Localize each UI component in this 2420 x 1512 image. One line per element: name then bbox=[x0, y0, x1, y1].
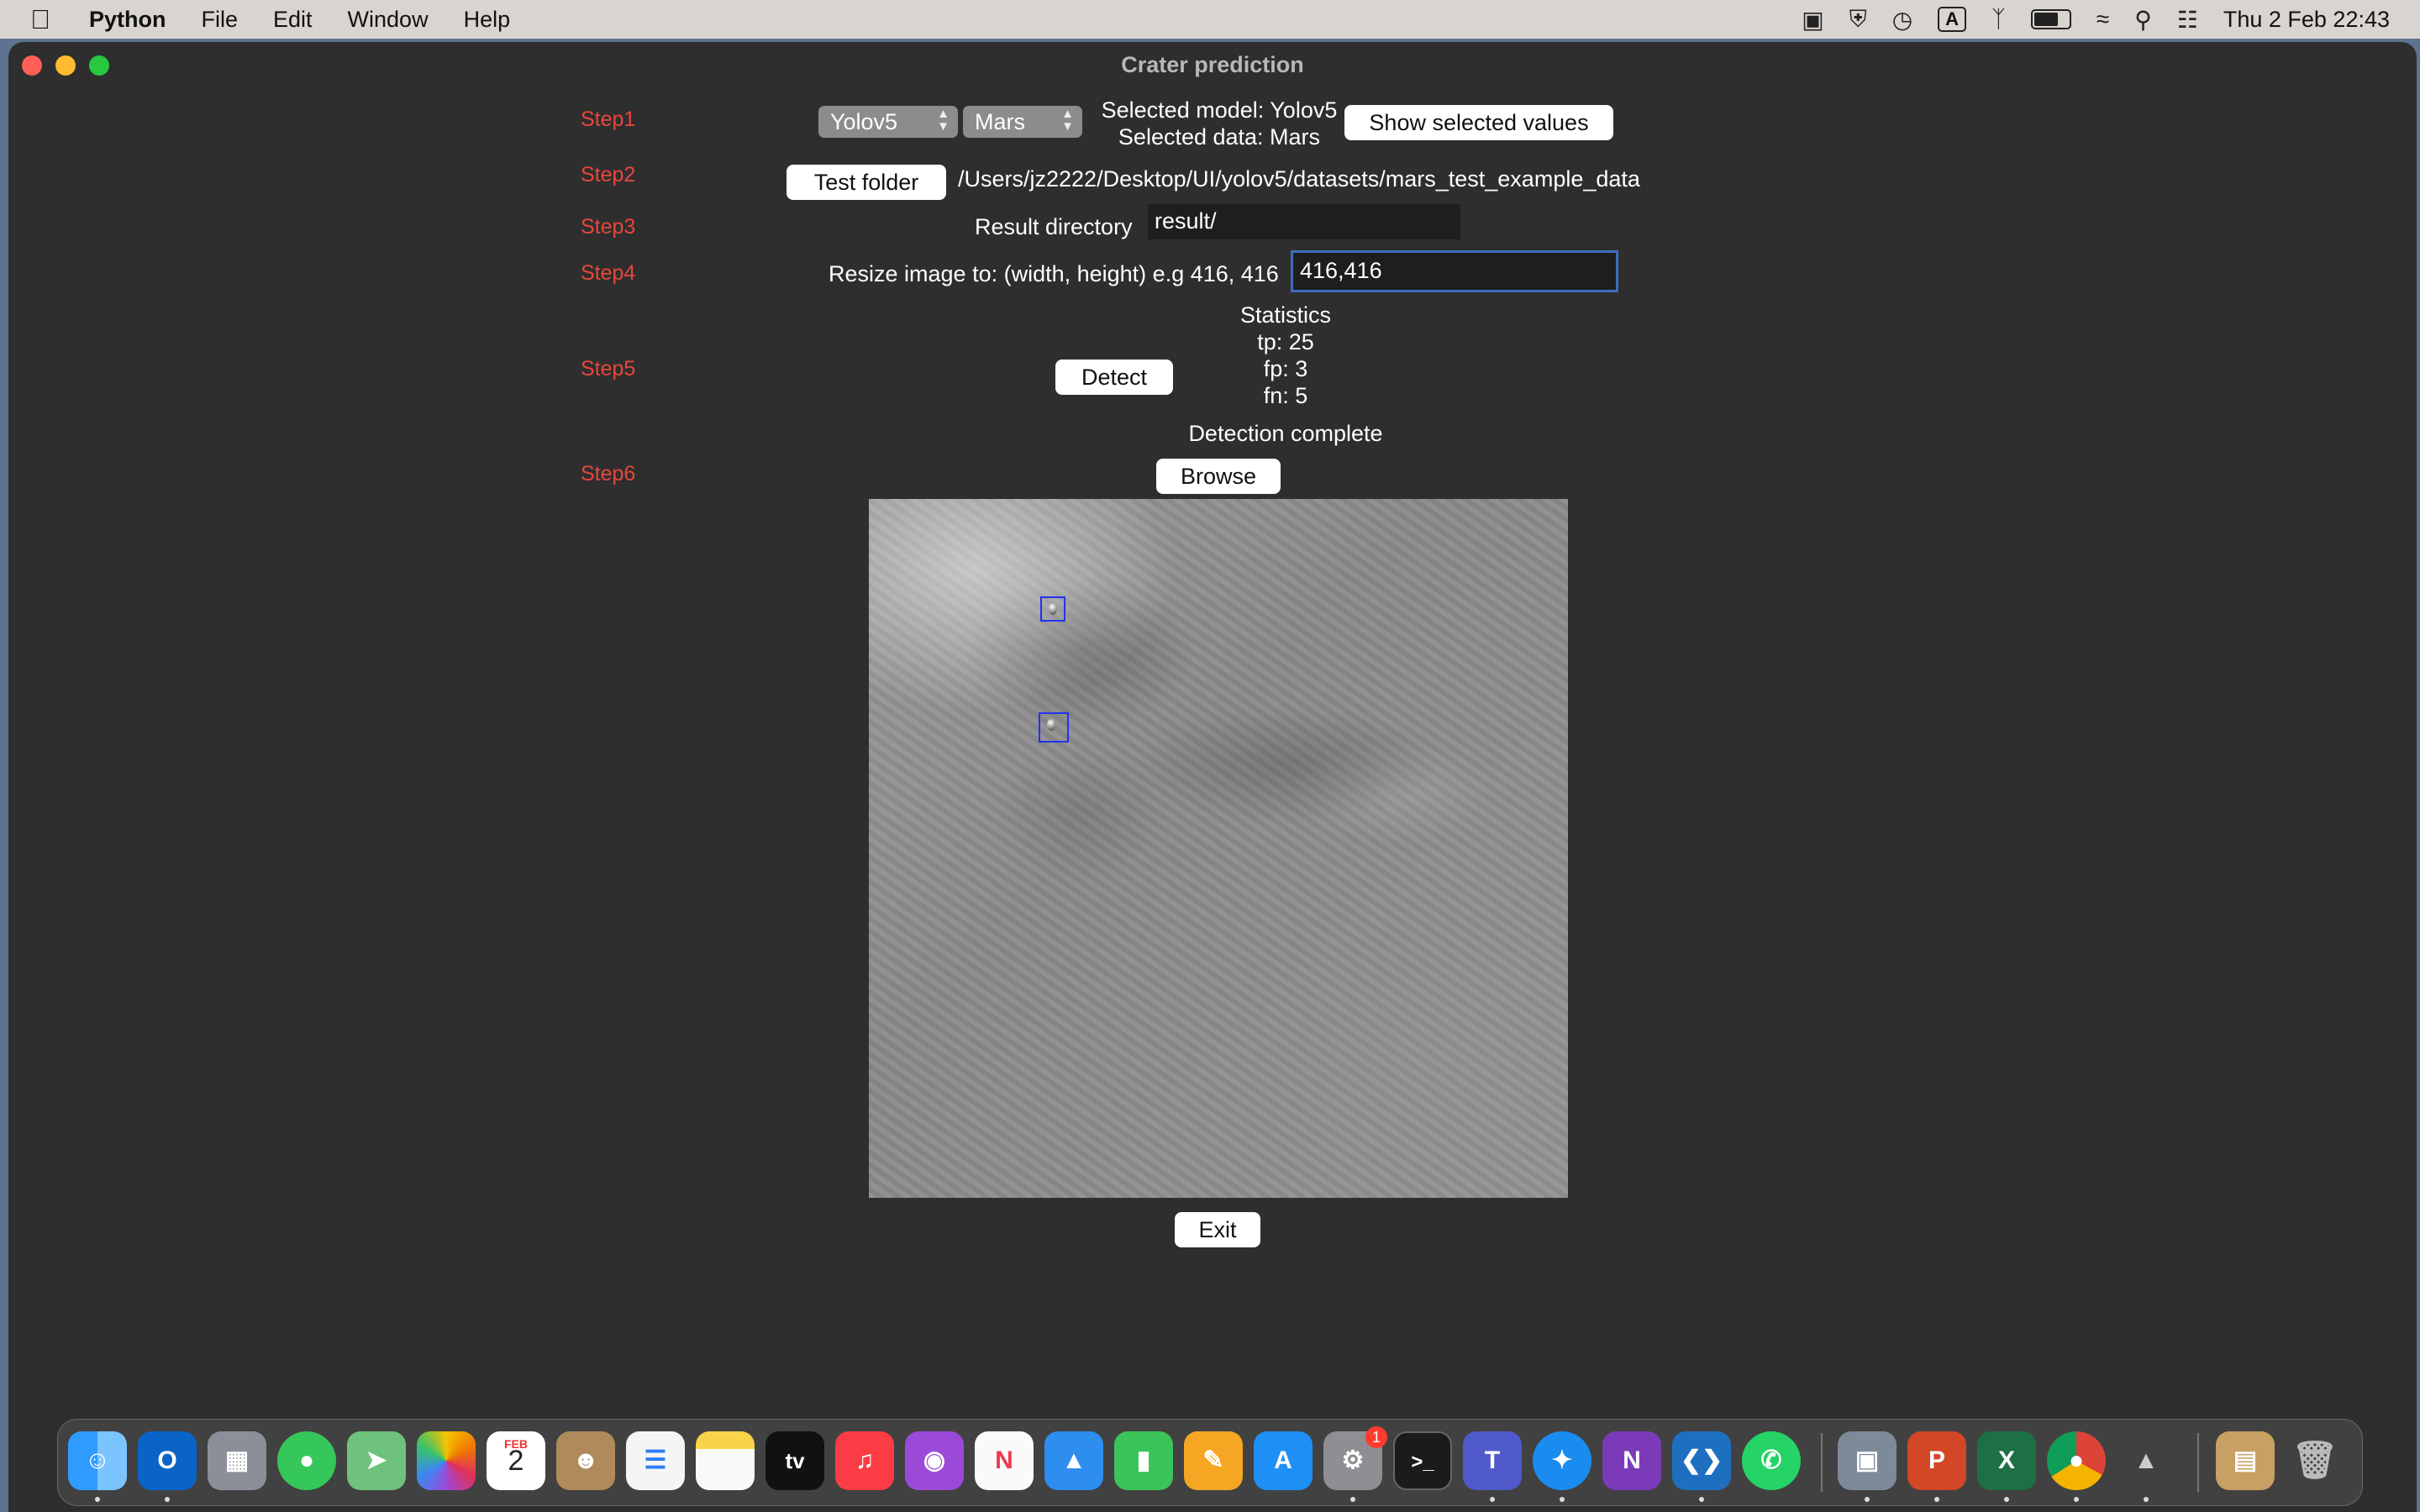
vscode-icon[interactable]: ❮❯ bbox=[1672, 1431, 1731, 1490]
time-machine-icon[interactable]: ◷ bbox=[1892, 6, 1912, 34]
step5-label: Step5 bbox=[581, 357, 636, 381]
numbers-icon[interactable]: ▮ bbox=[1114, 1431, 1173, 1490]
notes-icon[interactable] bbox=[696, 1431, 755, 1490]
menu-clock[interactable]: Thu 2 Feb 22:43 bbox=[2223, 7, 2390, 33]
dock-separator bbox=[2197, 1433, 2199, 1492]
bartender-icon[interactable]: ▣ bbox=[1802, 6, 1823, 34]
menu-edit[interactable]: Edit bbox=[273, 7, 313, 33]
step1-label: Step1 bbox=[581, 108, 636, 131]
finder-icon[interactable]: ☺ bbox=[68, 1431, 127, 1490]
detect-button[interactable]: Detect bbox=[1055, 360, 1173, 395]
news-icon[interactable]: N bbox=[975, 1431, 1034, 1490]
pages-icon[interactable]: ✎ bbox=[1184, 1431, 1243, 1490]
menu-file[interactable]: File bbox=[202, 7, 239, 33]
menu-window[interactable]: Window bbox=[348, 7, 429, 33]
spotlight-search-icon[interactable]: ⚲ bbox=[2134, 6, 2152, 34]
control-center-icon[interactable]: ☷ bbox=[2177, 6, 2198, 34]
bluetooth-icon[interactable]: ᛉ bbox=[1991, 6, 2006, 33]
step4-label: Step4 bbox=[581, 261, 636, 285]
selected-data-text: Selected data: Mars bbox=[1118, 124, 1321, 150]
terminal-icon[interactable]: >_ bbox=[1393, 1431, 1452, 1490]
statistics-title: Statistics bbox=[1239, 302, 1332, 328]
app-store-icon[interactable]: A bbox=[1254, 1431, 1313, 1490]
keynote-icon[interactable]: ▲ bbox=[1044, 1431, 1103, 1490]
menu-app-name[interactable]: Python bbox=[89, 7, 166, 33]
safari-icon[interactable]: ✦ bbox=[1533, 1431, 1591, 1490]
step2-label: Step2 bbox=[581, 163, 636, 186]
calendar-icon[interactable]: FEB 2 bbox=[487, 1431, 545, 1490]
calendar-month: FEB bbox=[504, 1437, 528, 1451]
music-icon[interactable]: ♫ bbox=[835, 1431, 894, 1490]
menu-bar:  Python File Edit Window Help ▣ ⛨ ◷ A ᛉ… bbox=[0, 0, 2420, 39]
contacts-icon[interactable]: ☻ bbox=[556, 1431, 615, 1490]
podcasts-icon[interactable]: ◉ bbox=[905, 1431, 964, 1490]
chrome-icon[interactable]: ● bbox=[2047, 1431, 2106, 1490]
trash-icon[interactable]: 🗑 bbox=[2286, 1431, 2344, 1490]
crater-detection-box bbox=[1040, 596, 1065, 622]
shield-icon[interactable]: ⛨ bbox=[1849, 6, 1867, 34]
resize-input[interactable]: 416,416 bbox=[1291, 250, 1618, 292]
result-directory-label: Result directory bbox=[975, 214, 1133, 239]
model-select[interactable]: Yolov5 ▲ ▼ bbox=[818, 106, 958, 138]
settings-badge: 1 bbox=[1365, 1426, 1387, 1448]
result-directory-input[interactable]: result/ bbox=[1148, 204, 1460, 239]
dock-separator bbox=[1821, 1433, 1823, 1492]
updown-chevron-icon: ▲ ▼ bbox=[1061, 107, 1074, 134]
excel-icon[interactable]: X bbox=[1977, 1431, 2036, 1490]
input-source-icon[interactable]: A bbox=[1938, 7, 1967, 32]
wifi-icon[interactable]: ≈ bbox=[2096, 6, 2109, 33]
test-folder-button[interactable]: Test folder bbox=[786, 165, 946, 200]
detection-result-image bbox=[869, 499, 1568, 1198]
step6-label: Step6 bbox=[581, 462, 636, 486]
whatsapp-icon[interactable]: ✆ bbox=[1742, 1431, 1801, 1490]
window-title: Crater prediction bbox=[1121, 52, 1304, 77]
messages-icon[interactable]: ● bbox=[277, 1431, 336, 1490]
photos-icon[interactable] bbox=[417, 1431, 476, 1490]
detection-status: Detection complete bbox=[1188, 421, 1383, 446]
resize-label: Resize image to: (width, height) e.g 416… bbox=[829, 261, 1279, 286]
apple-menu-icon[interactable]:  bbox=[30, 4, 50, 35]
step3-label: Step3 bbox=[581, 215, 636, 239]
app-window: Crater prediction Step1 Step2 Step3 Step… bbox=[8, 42, 2417, 1512]
outlook-icon[interactable]: O bbox=[138, 1431, 197, 1490]
stat-fp: fp: 3 bbox=[1263, 356, 1308, 381]
selected-model-text: Selected model: Yolov5 bbox=[1101, 97, 1338, 123]
battery-icon[interactable] bbox=[2030, 9, 2071, 29]
python-launcher-icon[interactable]: ▲ bbox=[2117, 1431, 2175, 1490]
stat-fn: fn: 5 bbox=[1263, 383, 1308, 408]
test-folder-path: /Users/jz2222/Desktop/UI/yolov5/datasets… bbox=[958, 166, 1640, 192]
model-select-value: Yolov5 bbox=[830, 109, 898, 134]
menu-help[interactable]: Help bbox=[464, 7, 511, 33]
apple-tv-icon[interactable]: tv bbox=[765, 1431, 824, 1490]
stat-tp: tp: 25 bbox=[1257, 329, 1314, 354]
exit-button[interactable]: Exit bbox=[1175, 1212, 1260, 1247]
powerpoint-icon[interactable]: P bbox=[1907, 1431, 1966, 1490]
updown-chevron-icon: ▲ ▼ bbox=[937, 107, 950, 134]
title-bar[interactable]: Crater prediction bbox=[8, 42, 2417, 89]
reminders-icon[interactable]: ☰ bbox=[626, 1431, 685, 1490]
dock: ☺ O ▦ ● ➤ FEB 2 ☻ ☰ tv ♫ ◉ N ▲ ▮ ✎ A ⚙ 1… bbox=[57, 1419, 2363, 1506]
show-selected-values-button[interactable]: Show selected values bbox=[1344, 105, 1613, 140]
onenote-icon[interactable]: N bbox=[1602, 1431, 1661, 1490]
maps-icon[interactable]: ➤ bbox=[347, 1431, 406, 1490]
crater-detection-box bbox=[1039, 712, 1069, 743]
browse-button[interactable]: Browse bbox=[1156, 459, 1281, 494]
teams-icon[interactable]: T bbox=[1463, 1431, 1522, 1490]
launchpad-icon[interactable]: ▦ bbox=[208, 1431, 266, 1490]
preview-icon[interactable]: ▣ bbox=[1838, 1431, 1897, 1490]
downloads-folder-icon[interactable]: ▤ bbox=[2216, 1431, 2275, 1490]
apple-tv-label: tv bbox=[785, 1448, 805, 1473]
data-select[interactable]: Mars ▲ ▼ bbox=[963, 106, 1082, 138]
data-select-value: Mars bbox=[975, 109, 1025, 134]
